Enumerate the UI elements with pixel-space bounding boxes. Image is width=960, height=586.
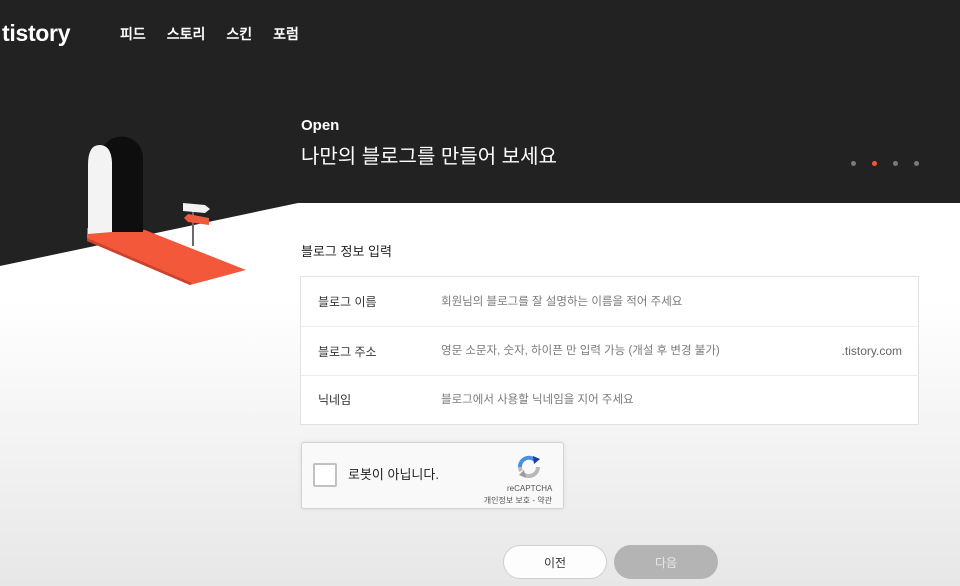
recaptcha-links: 개인정보 보호 - 약관 (484, 496, 552, 506)
blog-name-input[interactable] (441, 289, 902, 314)
recaptcha-label: 로봇이 아닙니다. (348, 467, 439, 482)
form-row-nickname: 닉네임 (301, 375, 918, 423)
nickname-input[interactable] (441, 387, 902, 412)
blog-info-form: 블로그 이름 블로그 주소 .tistory.com 닉네임 (300, 276, 919, 425)
section-title: 블로그 정보 입력 (301, 244, 392, 259)
nav-item-story[interactable]: 스토리 (167, 25, 206, 43)
nickname-label: 닉네임 (318, 393, 352, 407)
recaptcha-checkbox[interactable] (313, 463, 337, 487)
step-dot (893, 161, 898, 166)
step-indicator (851, 161, 919, 166)
next-button[interactable]: 다음 (614, 545, 718, 579)
hero-eyebrow: Open (301, 117, 340, 134)
blog-name-label: 블로그 이름 (318, 295, 377, 309)
page-title: 나만의 블로그를 만들어 보세요 (301, 146, 557, 168)
nav-item-feed[interactable]: 피드 (120, 25, 146, 43)
signpost-orange-sign (184, 214, 209, 225)
terms-link[interactable]: 약관 (537, 496, 552, 505)
step-dot (914, 161, 919, 166)
nav-item-skin[interactable]: 스킨 (226, 25, 252, 43)
signpost-white-sign (183, 203, 210, 213)
blog-address-label: 블로그 주소 (318, 344, 377, 359)
nav-item-forum[interactable]: 포럼 (273, 25, 299, 43)
main-nav: 피드 스토리 스킨 포럼 (120, 25, 299, 43)
step-dot-active (872, 161, 877, 166)
form-row-blog-name: 블로그 이름 (301, 277, 918, 326)
privacy-link[interactable]: 개인정보 보호 (484, 496, 530, 505)
recaptcha-logo-icon (518, 455, 541, 478)
step-dot (851, 161, 856, 166)
blog-address-input[interactable] (441, 339, 834, 363)
recaptcha-brand: reCAPTCHA (507, 484, 553, 493)
door-light-shape (88, 145, 112, 234)
blog-address-suffix: .tistory.com (841, 344, 902, 358)
floor-light-shape (87, 228, 246, 285)
form-row-blog-address: 블로그 주소 .tistory.com (301, 326, 918, 375)
prev-button[interactable]: 이전 (503, 545, 607, 579)
recaptcha-widget: 로봇이 아닙니다. reCAPTCHA 개인정보 보호 - 약관 (301, 442, 564, 509)
tistory-logo[interactable]: tistory (2, 19, 71, 47)
